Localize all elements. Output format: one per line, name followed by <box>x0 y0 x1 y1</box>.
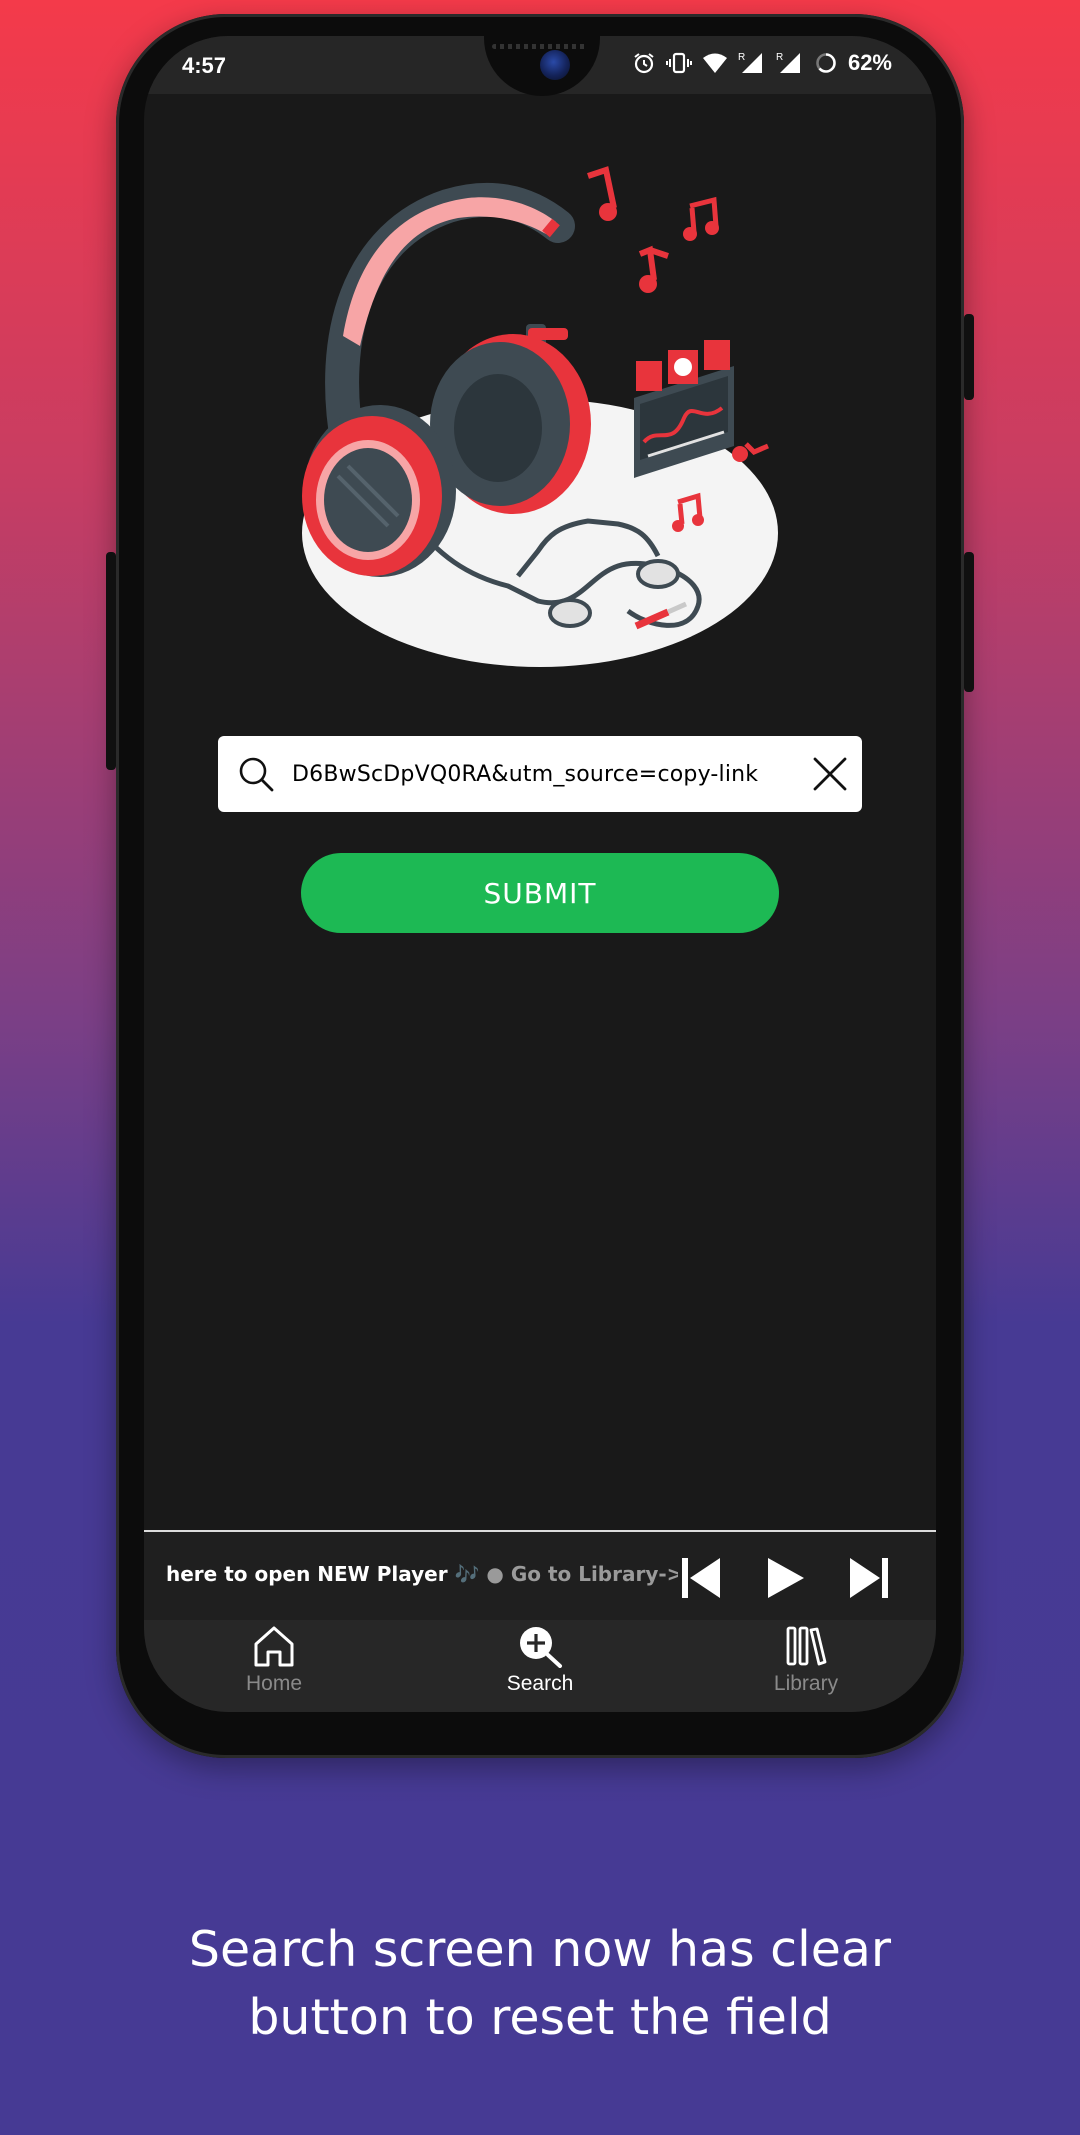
search-plus-icon <box>520 1627 562 1668</box>
skip-previous-button[interactable] <box>672 1550 728 1606</box>
app-screen: 4:57 R R 62% D6BwScDpVQ0RA&utm_source=co… <box>144 36 936 1712</box>
wifi-icon <box>702 53 727 73</box>
status-time: 4:57 <box>182 53 227 78</box>
player-marquee[interactable]: here to open NEW Player 🎶 ● Go to Librar… <box>166 1562 678 1596</box>
skip-next-button[interactable] <box>842 1550 898 1606</box>
skip-next-icon <box>850 1558 888 1598</box>
skip-previous-icon <box>682 1558 720 1598</box>
battery-ring-icon <box>816 53 836 73</box>
svg-text:R: R <box>776 52 783 63</box>
left-side-button <box>106 552 116 770</box>
library-icon <box>786 1626 827 1666</box>
caption-line-2: button to reset the field <box>248 1989 832 2046</box>
signal-r-icon: R <box>776 52 800 73</box>
nav-label-search: Search <box>506 1672 574 1695</box>
nav-item-home[interactable]: Home <box>174 1624 374 1708</box>
search-icon <box>224 736 288 812</box>
speaker-grille <box>492 44 588 49</box>
nav-label-home: Home <box>245 1672 303 1695</box>
nav-label-library: Library <box>773 1672 839 1695</box>
vibrate-icon <box>665 52 692 74</box>
volume-button <box>964 314 974 400</box>
nav-item-search[interactable]: Search <box>440 1624 640 1708</box>
submit-button[interactable]: SUBMIT <box>301 853 779 933</box>
bottom-navigation: Home Search Library <box>144 1620 936 1712</box>
search-input[interactable] <box>292 744 798 804</box>
home-icon <box>254 1626 294 1667</box>
battery-percentage: 62% <box>847 50 892 75</box>
marquee-secondary-text: ● Go to Library-> ● Dow <box>486 1562 678 1586</box>
mini-player[interactable]: here to open NEW Player 🎶 ● Go to Librar… <box>144 1532 936 1620</box>
signal-r-icon: R <box>738 52 762 73</box>
clear-button[interactable] <box>798 736 862 812</box>
search-bar <box>218 736 862 812</box>
status-icons: R R 62% <box>632 50 892 76</box>
marquee-primary-text: here to open NEW Player 🎶 <box>166 1562 480 1586</box>
close-icon <box>813 757 847 791</box>
play-button[interactable] <box>756 1550 812 1606</box>
caption-line-1: Search screen now has clear <box>188 1921 892 1978</box>
front-camera <box>540 50 570 80</box>
svg-text:R: R <box>738 52 745 63</box>
nav-item-library[interactable]: Library <box>706 1624 906 1708</box>
power-button <box>964 552 974 692</box>
headphones-illustration <box>302 166 778 667</box>
alarm-icon <box>634 53 654 74</box>
play-icon <box>768 1558 804 1598</box>
promo-caption: Search screen now has clear button to re… <box>40 1916 1040 2052</box>
